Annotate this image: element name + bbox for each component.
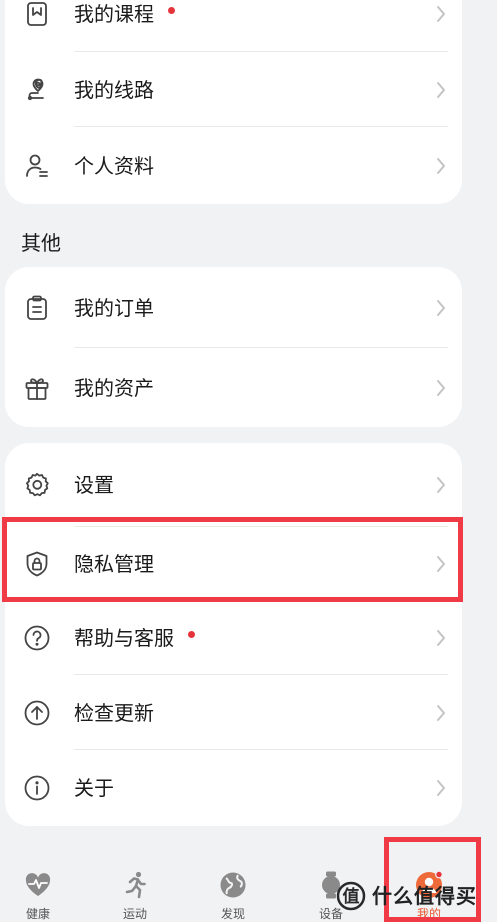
menu-item-label: 帮助与客服 <box>74 626 195 650</box>
runner-icon <box>120 870 150 900</box>
shield-lock-icon <box>23 550 51 578</box>
menu-item-label: 我的课程 <box>74 2 175 26</box>
card-system: 设置 隐私管理 帮助与客服 检查更新 关于 <box>5 443 462 826</box>
update-arrow-icon <box>23 699 51 727</box>
menu-item-my-routes[interactable]: 我的线路 <box>5 52 462 127</box>
red-dot-badge <box>168 7 175 14</box>
chevron-right-icon <box>434 298 448 318</box>
chevron-right-icon <box>434 4 448 24</box>
chevron-right-icon <box>434 628 448 648</box>
watermark: 值 什么值得买 <box>336 876 477 916</box>
menu-item-label: 设置 <box>74 473 114 497</box>
menu-item-my-orders[interactable]: 我的订单 <box>5 267 462 348</box>
chevron-right-icon <box>434 778 448 798</box>
chevron-right-icon <box>434 554 448 574</box>
menu-item-label: 我的线路 <box>74 77 154 102</box>
tab-discover[interactable]: 发现 <box>203 852 263 922</box>
route-icon <box>23 76 51 104</box>
tab-label: 健康 <box>25 907 50 921</box>
menu-item-settings[interactable]: 设置 <box>5 443 462 527</box>
menu-item-label: 隐私管理 <box>74 552 154 576</box>
book-icon <box>23 0 51 28</box>
chevron-right-icon <box>434 80 448 100</box>
card-personal: 我的课程 我的线路 个人资料 <box>5 0 462 204</box>
card-other: 我的订单 我的资产 <box>5 267 462 427</box>
chevron-right-icon <box>434 703 448 723</box>
menu-item-label: 个人资料 <box>74 153 154 178</box>
menu-item-my-assets[interactable]: 我的资产 <box>5 348 462 427</box>
menu-item-label: 我的资产 <box>74 375 154 400</box>
tab-exercise[interactable]: 运动 <box>105 852 165 922</box>
menu-item-my-courses[interactable]: 我的课程 <box>5 0 462 52</box>
menu-item-privacy[interactable]: 隐私管理 <box>5 527 462 601</box>
red-dot-badge <box>188 631 195 638</box>
watermark-text: 什么值得买 <box>372 884 477 908</box>
menu-item-about[interactable]: 关于 <box>5 750 462 826</box>
tab-health[interactable]: 健康 <box>8 852 68 922</box>
menu-item-label: 关于 <box>74 776 114 800</box>
svg-text:值: 值 <box>343 886 360 907</box>
menu-item-label: 我的订单 <box>74 295 154 320</box>
chevron-right-icon <box>434 156 448 176</box>
tab-label: 发现 <box>220 907 245 921</box>
menu-item-check-update[interactable]: 检查更新 <box>5 675 462 750</box>
help-icon <box>23 624 51 652</box>
section-title-other: 其他 <box>21 231 61 255</box>
order-clipboard-icon <box>23 294 51 322</box>
info-icon <box>23 774 51 802</box>
smzdm-logo-icon: 值 <box>336 881 366 911</box>
chevron-right-icon <box>434 475 448 495</box>
tab-label: 运动 <box>122 907 147 921</box>
menu-item-help-support[interactable]: 帮助与客服 <box>5 601 462 675</box>
globe-icon <box>218 870 248 900</box>
chevron-right-icon <box>434 378 448 398</box>
gift-icon <box>23 374 51 402</box>
gear-icon <box>23 471 51 499</box>
heart-pulse-icon <box>23 870 53 900</box>
profile-icon <box>23 152 51 180</box>
menu-item-label: 检查更新 <box>74 700 154 725</box>
menu-item-personal-info[interactable]: 个人资料 <box>5 127 462 204</box>
